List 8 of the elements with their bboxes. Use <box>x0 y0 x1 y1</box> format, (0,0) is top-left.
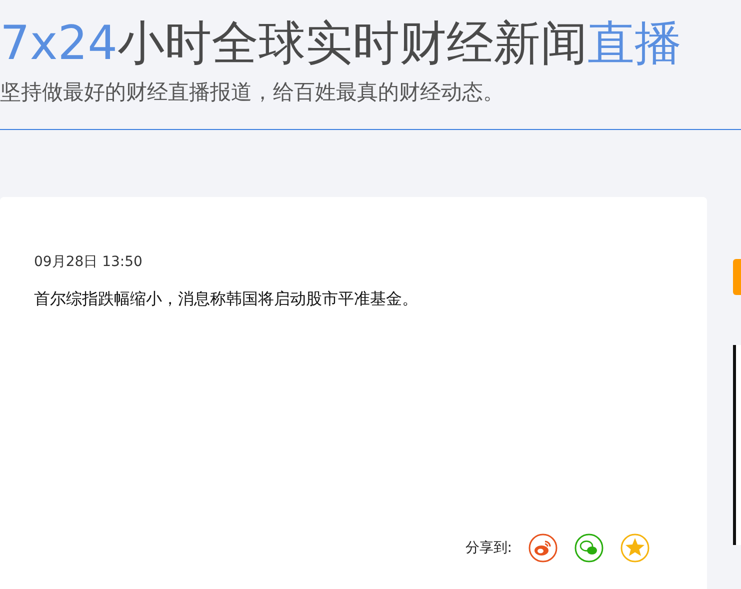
news-text: 首尔综指跌幅缩小，消息称韩国将启动股市平准基金。 <box>34 289 418 310</box>
news-time: 09月28日 13:50 <box>34 253 142 271</box>
page-subtitle: 坚持做最好的财经直播报道，给百姓最真的财经动态。 <box>0 79 504 106</box>
tab-marker <box>733 259 741 295</box>
page-title: 7x24小时全球实时财经新闻直播 <box>0 15 682 73</box>
share-label: 分享到: <box>465 539 512 557</box>
weibo-icon[interactable] <box>528 533 558 563</box>
wechat-icon[interactable] <box>574 533 604 563</box>
